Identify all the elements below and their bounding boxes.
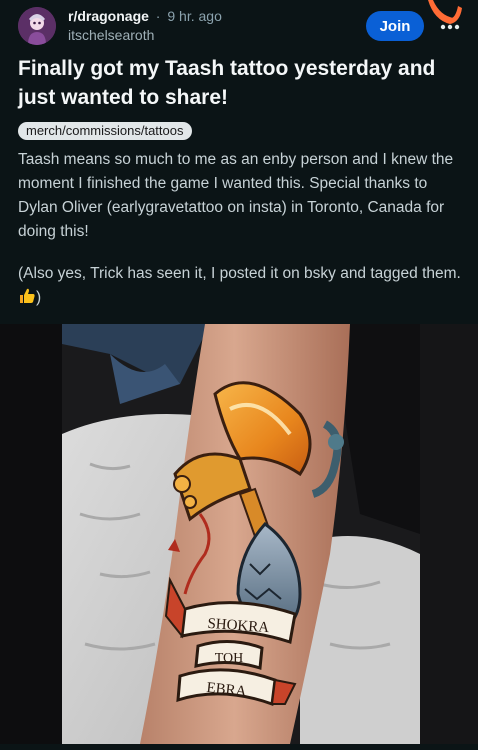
body-paragraph-2-end: ) [36, 289, 42, 306]
subreddit-avatar[interactable] [18, 7, 56, 45]
post-body: Taash means so much to me as an enby per… [18, 148, 464, 331]
post-header: r/dragonage · 9 hr. ago itschelsearoth J… [0, 0, 478, 56]
separator-dot: · [155, 8, 161, 24]
post-flair[interactable]: merch/commissions/tattoos [18, 122, 192, 140]
body-paragraph-1: Taash means so much to me as an enby per… [18, 151, 454, 240]
body-paragraph-2-text: (Also yes, Trick has seen it, I posted i… [18, 265, 461, 282]
join-button[interactable]: Join [366, 11, 424, 41]
post-title[interactable]: Finally got my Taash tattoo yesterday an… [18, 54, 458, 112]
banner-word-2: TOH [215, 651, 244, 666]
body-paragraph-2: (Also yes, Trick has seen it, I posted i… [18, 262, 464, 313]
tattoo-photo: SHOKRA TOH EBRA [0, 324, 478, 744]
subreddit-line: r/dragonage · 9 hr. ago [68, 8, 222, 24]
thumbs-up-icon [18, 287, 36, 313]
post-image[interactable]: SHOKRA TOH EBRA [0, 324, 478, 744]
subreddit-name[interactable]: r/dragonage [68, 8, 149, 24]
post-author[interactable]: itschelsearoth [68, 27, 154, 43]
post-time: 9 hr. ago [167, 8, 222, 24]
reddit-post-screen: r/dragonage · 9 hr. ago itschelsearoth J… [0, 0, 478, 750]
orange-accent-icon [428, 0, 462, 24]
bottom-strip [0, 744, 478, 750]
